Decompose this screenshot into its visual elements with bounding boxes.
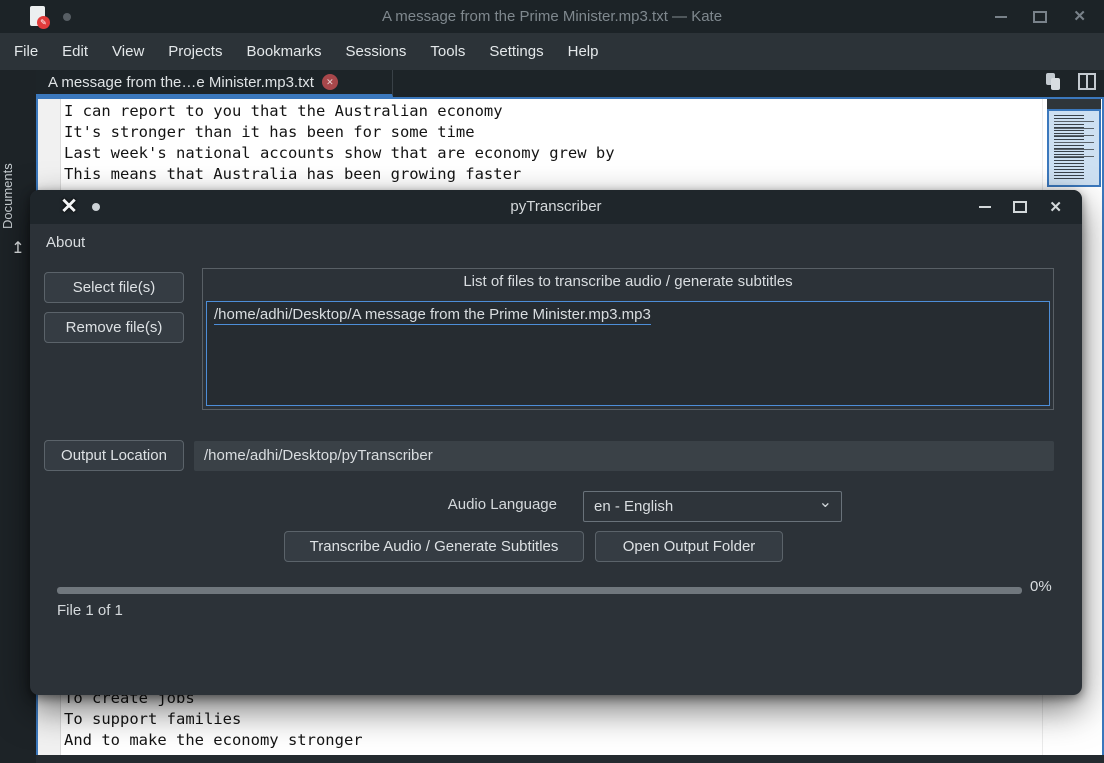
editor-line: I can report to you that the Australian … [64,101,503,122]
file-list-item[interactable]: /home/adhi/Desktop/A message from the Pr… [214,306,651,325]
menu-view[interactable]: View [100,33,156,70]
editor-line: And to make the economy stronger [64,730,363,751]
minimap-viewport[interactable] [1047,109,1101,187]
transcribe-button[interactable]: Transcribe Audio / Generate Subtitles [284,531,584,562]
close-icon[interactable]: ✕ [1073,9,1086,24]
menu-about[interactable]: About [44,224,87,262]
files-group-label: List of files to transcribe audio / gene… [203,273,1053,290]
minimap-header [1047,99,1101,109]
kate-statusbar-strip [36,755,1104,763]
file-counter-label: File 1 of 1 [57,602,123,619]
output-location-field[interactable]: /home/adhi/Desktop/pyTranscriber [194,441,1054,471]
documents-icon[interactable] [1044,73,1062,90]
kate-menubar: File Edit View Projects Bookmarks Sessio… [0,33,1104,70]
tab-close-icon[interactable]: ✕ [322,74,338,90]
pytranscriber-window-title: pyTranscriber [30,190,1082,224]
editor-line: It's stronger than it has been for some … [64,122,475,143]
menu-sessions[interactable]: Sessions [334,33,419,70]
document-tab[interactable]: A message from the…e Minister.mp3.txt ✕ [36,70,393,97]
minimap-text-lines [1054,121,1094,161]
editor-line: To support families [64,709,241,730]
close-icon[interactable]: ✕ [1049,200,1062,215]
menu-bookmarks[interactable]: Bookmarks [234,33,333,70]
menu-help[interactable]: Help [556,33,611,70]
maximize-icon[interactable] [1033,11,1047,23]
screen: ✎ A message from the Prime Minister.mp3.… [0,0,1104,763]
pytranscriber-menubar: About [30,224,1082,262]
menu-settings[interactable]: Settings [477,33,555,70]
editor-line: Last week's national accounts show that … [64,143,615,164]
pytranscriber-window: ✕ pyTranscriber ✕ About Select file(s) R… [30,190,1082,695]
select-files-button[interactable]: Select file(s) [44,272,184,303]
kate-tabbar: A message from the…e Minister.mp3.txt ✕ [36,70,1104,97]
audio-language-value: en - English [594,498,673,515]
output-location-button[interactable]: Output Location [44,440,184,471]
menu-projects[interactable]: Projects [156,33,234,70]
tab-label: A message from the…e Minister.mp3.txt [48,74,314,91]
editor-minimap-scrollbar[interactable] [1047,99,1101,187]
minimize-icon[interactable] [979,206,991,208]
pytranscriber-titlebar: ✕ pyTranscriber ✕ [30,190,1082,224]
progress-percent-label: 0% [1030,578,1074,595]
chevron-down-icon: ⌄ [819,488,832,517]
progress-bar [57,587,1022,594]
remove-files-button[interactable]: Remove file(s) [44,312,184,343]
audio-language-dropdown[interactable]: en - English ⌄ [583,491,842,522]
maximize-icon[interactable] [1013,201,1027,213]
menu-edit[interactable]: Edit [50,33,100,70]
files-groupbox: List of files to transcribe audio / gene… [202,268,1054,410]
files-listbox[interactable]: /home/adhi/Desktop/A message from the Pr… [206,301,1050,406]
minimize-icon[interactable] [995,16,1007,18]
kate-window-title: A message from the Prime Minister.mp3.tx… [0,0,1104,33]
open-output-folder-button[interactable]: Open Output Folder [595,531,783,562]
audio-language-label: Audio Language [400,496,557,513]
split-view-icon[interactable] [1078,73,1096,90]
menu-tools[interactable]: Tools [418,33,477,70]
menu-file[interactable]: File [2,33,50,70]
editor-line: This means that Australia has been growi… [64,164,521,185]
kate-titlebar: ✎ A message from the Prime Minister.mp3.… [0,0,1104,33]
